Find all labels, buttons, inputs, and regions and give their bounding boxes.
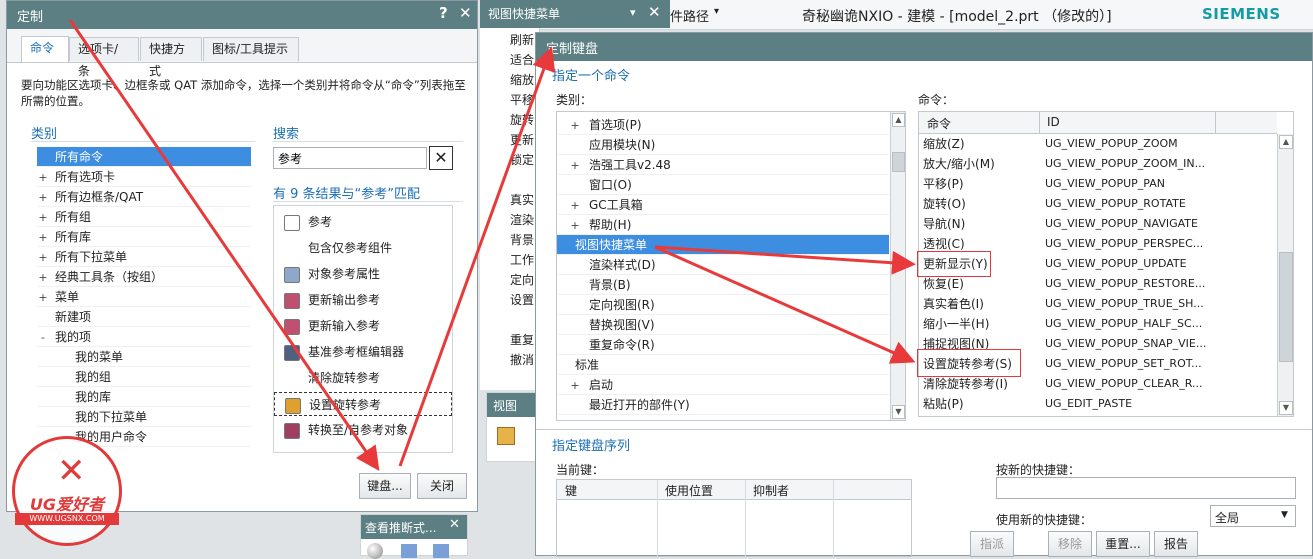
popup-close-icon[interactable]: ✕ xyxy=(648,3,661,21)
popup-title: 视图快捷菜单 xyxy=(488,7,561,21)
popup-dropdown-icon[interactable]: ▾ xyxy=(630,6,636,19)
arrow-to-keyboard-button xyxy=(68,19,380,471)
arrow-to-set-rotate xyxy=(654,245,916,364)
watermark-url: WWW.UGSNX.COM xyxy=(15,513,119,525)
popup-title-bar[interactable]: 视图快捷菜单 ▾ ✕ xyxy=(480,0,670,28)
watermark-text: UG爱好者 xyxy=(29,495,105,514)
arrow-to-update-display xyxy=(654,245,916,275)
annotation-arrows xyxy=(68,19,916,471)
figure-icon: ✕ xyxy=(57,451,86,491)
arrow-to-keyboard-dialog xyxy=(398,46,556,467)
watermark-logo: ✕ UG爱好者 WWW.UGSNX.COM xyxy=(12,436,122,546)
